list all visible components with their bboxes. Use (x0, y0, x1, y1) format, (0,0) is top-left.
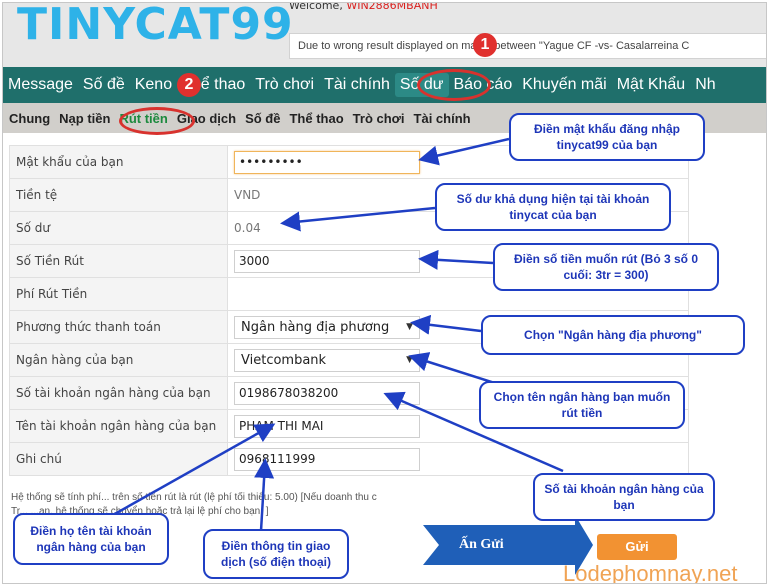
screenshot-frame: TINYCAT99 Welcome, WIN2886MBANH Due to w… (2, 2, 767, 584)
callout-amount: Điền số tiền muốn rút (Bỏ 3 số 0 cuối: 3… (493, 243, 719, 291)
form-row-note: Ghi chú 0968111999 (9, 442, 689, 476)
callout-account-name: Điền họ tên tài khoản ngân hàng của bạn (13, 513, 169, 565)
site-logo[interactable]: TINYCAT99 (17, 3, 294, 50)
highlight-oval-so-du (417, 69, 491, 101)
bank-value: Vietcombank (241, 352, 327, 368)
username: WIN2886MBANH (346, 2, 438, 12)
account-no-label: Số tài khoản ngân hàng của bạn (9, 376, 228, 410)
subnav-item-tro-choi[interactable]: Trò chơi (353, 111, 405, 126)
password-label: Mật khẩu của bạn (9, 145, 228, 179)
dropdown-arrow-icon: ▼ (406, 354, 413, 365)
watermark: Lodephomnay.net (563, 561, 738, 584)
account-name-input[interactable]: PHAM THI MAI (234, 414, 420, 438)
password-input[interactable]: ••••••••• (234, 150, 420, 174)
nav-item-keno[interactable]: Keno (130, 76, 177, 94)
nav-item-khuyen-mai[interactable]: Khuyến mãi (517, 76, 612, 94)
callout-method: Chọn "Ngân hàng địa phương" (481, 315, 745, 355)
callout-note: Điền thông tin giao dịch (số điện thoại) (203, 529, 349, 579)
note-input[interactable]: 0968111999 (234, 447, 420, 471)
callout-account-number: Số tài khoản ngân hàng của bạn (533, 473, 715, 521)
nav-item-message[interactable]: Message (3, 76, 78, 94)
subnav-item-so-de[interactable]: Số đề (245, 111, 280, 126)
fee-note-line1: Hệ thống sẽ tính phí... trên số tiền rút… (11, 492, 377, 503)
submit-button[interactable]: Gửi (597, 534, 677, 560)
main-nav: Message Số đề Keno Thể thao Trò chơi Tài… (3, 67, 766, 103)
subnav-item-the-thao[interactable]: Thể thao (289, 111, 343, 126)
welcome-text: Welcome, WIN2886MBANH (289, 2, 438, 12)
balance-label: Số dư (9, 211, 228, 245)
news-marquee: Due to wrong result displayed on match b… (289, 33, 766, 59)
amount-label: Số Tiền Rút (9, 244, 228, 278)
nav-item-tai-chinh[interactable]: Tài chính (319, 76, 395, 94)
step-badge-1: 1 (473, 33, 497, 57)
callout-balance: Số dư khả dụng hiện tại tài khoản tinyca… (435, 183, 671, 231)
nav-item-tro-choi[interactable]: Trò chơi (250, 76, 319, 94)
amount-input[interactable]: 3000 (234, 249, 420, 273)
currency-label: Tiền tệ (9, 178, 228, 212)
nav-item-so-de[interactable]: Số đề (78, 76, 130, 94)
callout-bank: Chọn tên ngân hàng bạn muốn rút tiền (479, 381, 685, 429)
subnav-item-tai-chinh[interactable]: Tài chính (414, 111, 471, 126)
bank-label: Ngân hàng của bạn (9, 343, 228, 377)
account-number-input[interactable]: 0198678038200 (234, 381, 420, 405)
press-submit-label: Ấn Gửi (459, 537, 504, 552)
welcome-prefix: Welcome, (289, 2, 343, 12)
account-name-label: Tên tài khoản ngân hàng của bạn (9, 409, 228, 443)
step-badge-2: 2 (177, 73, 201, 97)
method-label: Phương thức thanh toán (9, 310, 228, 344)
dropdown-arrow-icon: ▼ (406, 321, 413, 332)
nav-item-mat-khau[interactable]: Mật Khẩu (612, 76, 690, 94)
note-label: Ghi chú (9, 442, 228, 476)
site-header: TINYCAT99 Welcome, WIN2886MBANH Due to w… (3, 2, 766, 67)
payment-method-value: Ngân hàng địa phương (241, 319, 390, 335)
subnav-item-nap-tien[interactable]: Nạp tiền (59, 111, 110, 126)
highlight-oval-rut-tien (119, 107, 195, 135)
callout-password: Điền mật khẩu đăng nhập tinycat99 của bạ… (509, 113, 705, 161)
nav-item-more[interactable]: Nh (690, 76, 720, 94)
bank-select[interactable]: Vietcombank ▼ (234, 348, 420, 372)
fee-label: Phí Rút Tiền (9, 277, 228, 311)
payment-method-select[interactable]: Ngân hàng địa phương ▼ (234, 315, 420, 339)
subnav-item-chung[interactable]: Chung (9, 111, 50, 126)
